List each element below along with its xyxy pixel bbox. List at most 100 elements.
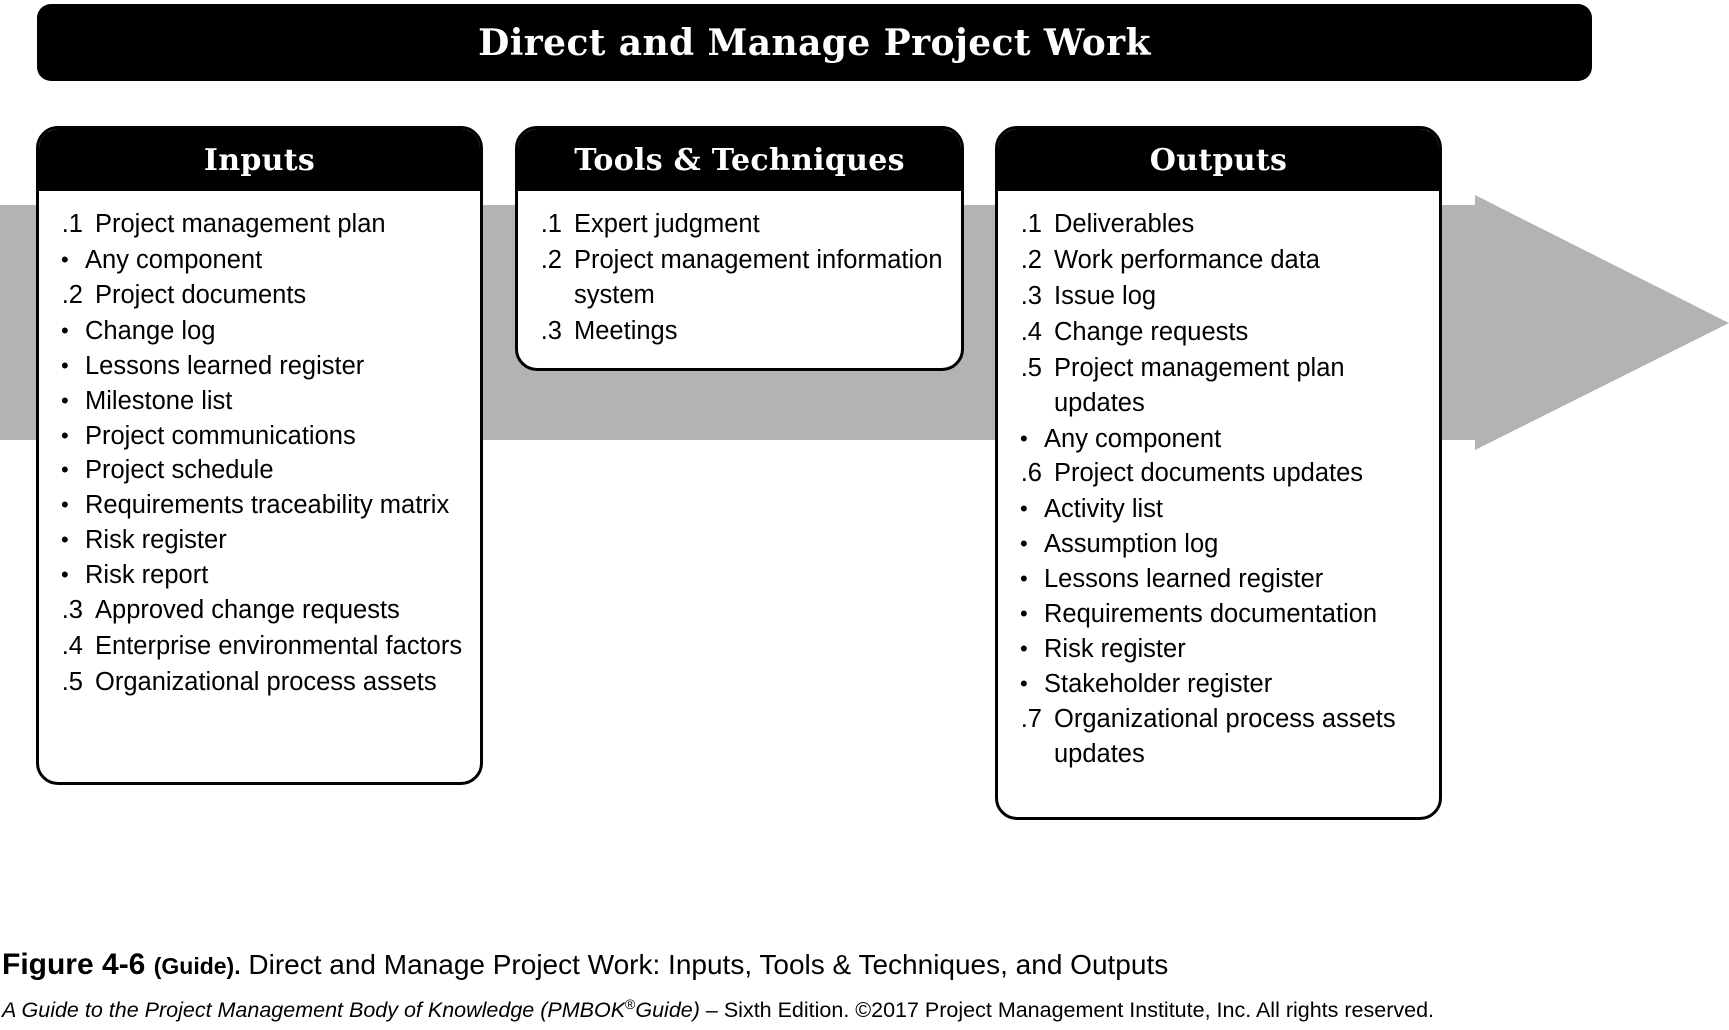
sub-list-item-label: Risk register	[85, 526, 227, 555]
list-item: .2 Work performance data	[1012, 243, 1425, 278]
sub-list: • Change log • Lessons learned register • Mil…	[53, 314, 466, 593]
source-edition-copyright: – Sixth Edition. ©2017 Project Managemen…	[699, 998, 1434, 1023]
list-item-label: Project documents updates	[1054, 459, 1364, 488]
bullet-icon: •	[61, 352, 69, 378]
list-item: .2 Project management information system	[532, 243, 947, 313]
sub-list: • Any component	[1012, 422, 1425, 457]
bullet-icon: •	[1020, 425, 1028, 451]
list-item-number: .3	[1020, 281, 1042, 310]
sub-list-item-label: Lessons learned register	[85, 351, 365, 380]
sub-list-item-label: Project communications	[85, 421, 356, 450]
sub-list-item-label: Any component	[85, 245, 263, 274]
sub-list-item: • Requirements traceability matrix	[53, 488, 466, 523]
list-item-label: Expert judgment	[574, 210, 760, 238]
figure-caption-guide: (Guide).	[153, 953, 241, 979]
list-item: .2 Project documents	[53, 278, 466, 313]
bullet-icon: •	[61, 527, 69, 553]
sub-list-item-label: Risk register	[1044, 635, 1186, 664]
sub-list: • Activity list • Assumption log • Lessons le…	[1012, 492, 1425, 702]
sub-list-item-label: Requirements documentation	[1044, 600, 1378, 629]
tools-techniques-list: .1 Expert judgment .2 Project management in…	[532, 207, 947, 349]
sub-list-item-label: Stakeholder register	[1044, 669, 1273, 698]
list-item: .4 Enterprise environmental factors	[53, 629, 466, 664]
list-item-number: .5	[1020, 353, 1042, 382]
list-item-number: .2	[61, 280, 83, 309]
sub-list-item: • Requirements documentation	[1012, 597, 1425, 632]
inputs-header: Inputs	[39, 129, 480, 191]
inputs-body: .1 Project management plan • Any component.…	[39, 191, 480, 711]
bullet-icon: •	[1020, 531, 1028, 557]
bullet-icon: •	[61, 246, 69, 272]
list-item-number: .2	[540, 245, 562, 274]
outputs-list: .1 Deliverables .2 Work performance data .3 I…	[1012, 207, 1425, 772]
list-item-label: Approved change requests	[95, 596, 400, 625]
list-item-number: .5	[61, 667, 83, 696]
figure-canvas: Direct and Manage Project Work Inputs .1…	[0, 0, 1729, 1030]
list-item-number: .1	[61, 210, 83, 238]
list-item-number: .2	[1020, 245, 1042, 274]
sub-list-item-label: Milestone list	[85, 386, 233, 415]
sub-list-item-label: Activity list	[1044, 495, 1164, 524]
sub-list-item: • Any component	[53, 243, 466, 278]
figure-title: Direct and Manage Project Work	[478, 21, 1151, 64]
sub-list-item-label: Requirements traceability matrix	[85, 491, 450, 520]
outputs-header: Outputs	[998, 129, 1439, 191]
figure-caption: Figure 4-6 (Guide). Direct and Manage Pr…	[2, 948, 1727, 982]
sub-list-item: • Change log	[53, 314, 466, 349]
list-item-number: .1	[540, 210, 562, 238]
list-item-number: .3	[61, 596, 83, 625]
list-item: .7 Organizational process assets updates	[1012, 702, 1425, 772]
list-item: .5 Organizational process assets	[53, 665, 466, 700]
registered-trademark-icon: ®	[625, 996, 636, 1012]
list-item: .3 Issue log	[1012, 279, 1425, 314]
sub-list-item: • Milestone list	[53, 384, 466, 419]
bullet-icon: •	[1020, 670, 1028, 696]
bullet-icon: •	[1020, 566, 1028, 592]
sub-list-item: • Risk register	[1012, 632, 1425, 667]
sub-list-item: • Lessons learned register	[53, 349, 466, 384]
outputs-body: .1 Deliverables .2 Work performance data .3 I…	[998, 191, 1439, 783]
sub-list-item-label: Any component	[1044, 424, 1222, 453]
sub-list-item-label: Change log	[85, 316, 216, 345]
list-item: .3 Meetings	[532, 314, 947, 349]
sub-list-item: • Risk register	[53, 523, 466, 558]
sub-list-item-label: Lessons learned register	[1044, 565, 1324, 594]
bullet-icon: •	[1020, 496, 1028, 522]
list-item: .5 Project management plan updates	[1012, 351, 1425, 421]
list-item-label: Project documents	[95, 280, 307, 309]
list-item-label: Project management plan	[95, 210, 386, 238]
bullet-icon: •	[1020, 636, 1028, 662]
source-attribution: A Guide to the Project Management Body o…	[2, 996, 1727, 1023]
tools-techniques-header-label: Tools & Techniques	[574, 142, 905, 178]
list-item-number: .4	[1020, 317, 1042, 346]
sub-list-item-label: Project schedule	[85, 456, 274, 485]
outputs-header-label: Outputs	[1149, 142, 1288, 178]
inputs-box: Inputs .1 Project management plan • Any com…	[36, 126, 483, 785]
sub-list-item-label: Risk report	[85, 561, 209, 590]
sub-list-item: • Risk report	[53, 558, 466, 593]
list-item-label: Enterprise environmental factors	[95, 632, 463, 661]
list-item: .4 Change requests	[1012, 315, 1425, 350]
list-item-label: Deliverables	[1054, 210, 1195, 238]
bullet-icon: •	[61, 387, 69, 413]
list-item-label: Meetings	[574, 316, 678, 345]
list-item-label: Work performance data	[1054, 245, 1320, 274]
inputs-header-label: Inputs	[203, 142, 316, 178]
figure-caption-description: Direct and Manage Project Work: Inputs, …	[248, 949, 1169, 980]
list-item: .1 Project management plan	[53, 207, 466, 242]
sub-list-item: • Project communications	[53, 419, 466, 454]
bullet-icon: •	[1020, 601, 1028, 627]
source-title: A Guide to the Project Management Body o…	[2, 998, 626, 1023]
sub-list-item: • Lessons learned register	[1012, 562, 1425, 597]
sub-list-item-label: Assumption log	[1044, 530, 1219, 559]
sub-list-item: • Stakeholder register	[1012, 667, 1425, 702]
list-item-label: Project management information system	[574, 245, 943, 309]
list-item-number: .4	[61, 632, 83, 661]
list-item: .6 Project documents updates	[1012, 456, 1425, 491]
list-item-number: .7	[1020, 704, 1042, 733]
sub-list-item: • Activity list	[1012, 492, 1425, 527]
list-item-label: Project management plan updates	[1054, 353, 1345, 417]
list-item-label: Organizational process assets updates	[1054, 704, 1396, 768]
bullet-icon: •	[61, 422, 69, 448]
sub-list-item: • Any component	[1012, 422, 1425, 457]
